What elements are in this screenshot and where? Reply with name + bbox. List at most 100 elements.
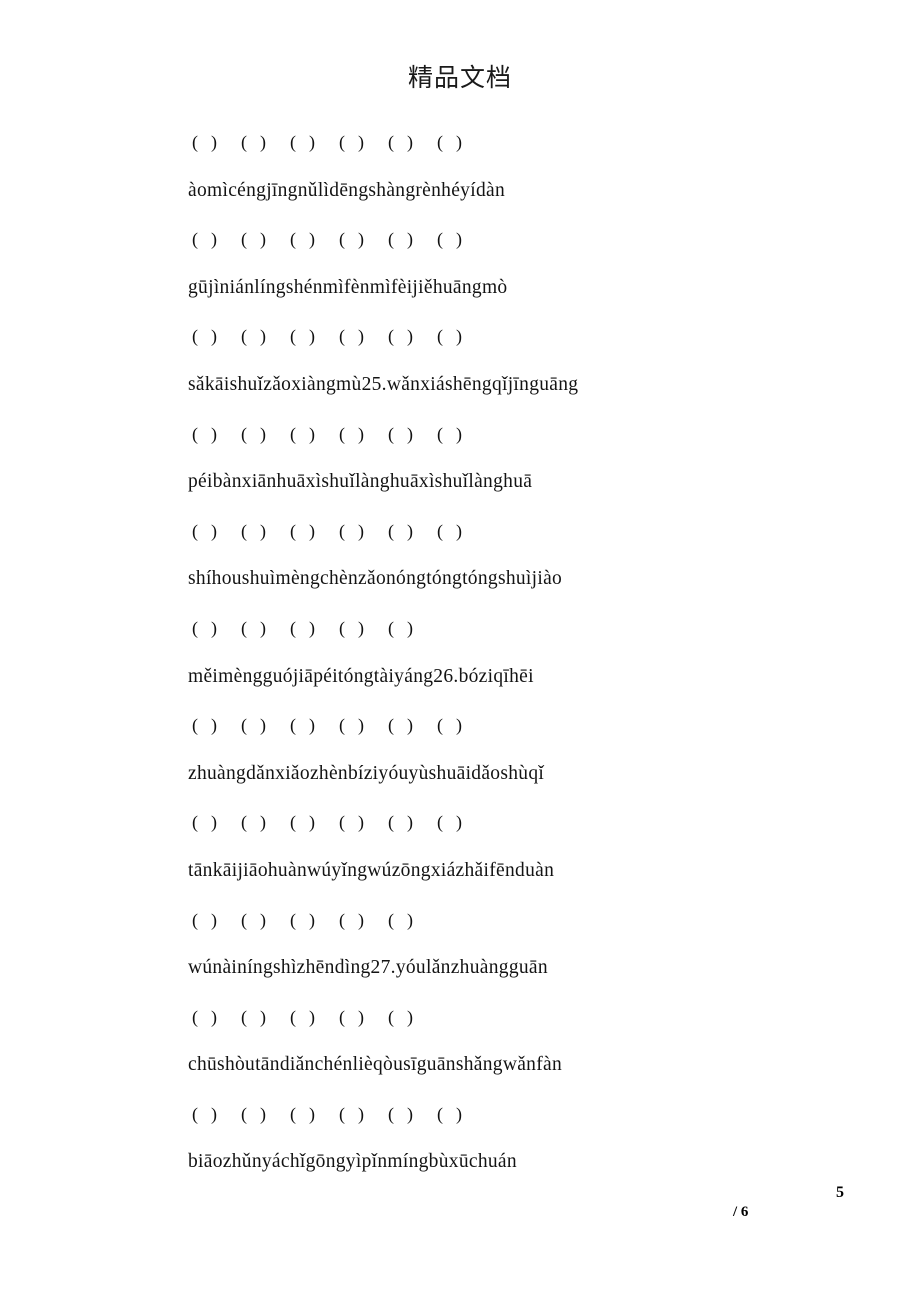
answer-blank[interactable]: () <box>437 118 486 167</box>
answer-blank[interactable]: () <box>241 798 290 847</box>
paren-left: ( <box>290 423 296 444</box>
paren-right: ) <box>456 229 462 250</box>
answer-blank[interactable]: () <box>388 507 437 556</box>
answer-blank[interactable]: () <box>192 312 241 361</box>
paren-left: ( <box>241 812 247 833</box>
paren-right: ) <box>211 812 217 833</box>
answer-blank[interactable]: () <box>388 118 437 167</box>
answer-blank[interactable]: () <box>388 410 437 459</box>
paren-right: ) <box>456 812 462 833</box>
answer-blank-row: ()()()()()() <box>188 1090 848 1139</box>
answer-blank[interactable]: () <box>192 604 241 653</box>
answer-blank[interactable]: () <box>437 312 486 361</box>
answer-blank[interactable]: () <box>388 312 437 361</box>
paren-left: ( <box>339 1006 345 1027</box>
paren-left: ( <box>241 229 247 250</box>
answer-blank[interactable]: () <box>241 604 290 653</box>
answer-blank[interactable]: () <box>241 312 290 361</box>
document-page: 精品文档 ()()()()()() àomìcéngjīngnǔlìdēngshà… <box>0 0 920 1302</box>
answer-blank[interactable]: () <box>388 798 437 847</box>
paren-right: ) <box>309 132 315 152</box>
answer-blank[interactable]: () <box>290 215 339 264</box>
paren-right: ) <box>260 132 266 152</box>
answer-blank[interactable]: () <box>241 896 290 945</box>
answer-blank[interactable]: () <box>290 410 339 459</box>
paren-right: ) <box>407 229 413 250</box>
answer-blank[interactable]: () <box>192 410 241 459</box>
answer-blank[interactable]: () <box>290 118 339 167</box>
answer-blank[interactable]: () <box>339 993 388 1042</box>
pinyin-line: tānkāijiāohuànwúyǐngwúzōngxiázhǎifēnduàn <box>188 859 555 881</box>
answer-blank[interactable]: () <box>290 993 339 1042</box>
answer-blank[interactable]: () <box>290 701 339 750</box>
answer-blank[interactable]: () <box>437 410 486 459</box>
answer-blank-row: ()()()()()() <box>188 798 848 847</box>
answer-blank[interactable]: () <box>437 701 486 750</box>
answer-blank[interactable]: () <box>192 798 241 847</box>
answer-blank[interactable]: () <box>339 507 388 556</box>
paren-right: ) <box>260 229 266 250</box>
paren-left: ( <box>290 1103 296 1124</box>
answer-blank[interactable]: () <box>388 896 437 945</box>
paren-right: ) <box>309 520 315 541</box>
answer-blank[interactable]: () <box>388 701 437 750</box>
answer-blank[interactable]: () <box>241 993 290 1042</box>
answer-blank[interactable]: () <box>290 312 339 361</box>
paren-right: ) <box>407 326 413 347</box>
paren-right: ) <box>260 909 266 930</box>
answer-blank[interactable]: () <box>388 1090 437 1139</box>
answer-blank[interactable]: () <box>192 701 241 750</box>
answer-blank[interactable]: () <box>339 1090 388 1139</box>
paren-right: ) <box>456 1103 462 1124</box>
answer-blank[interactable]: () <box>192 507 241 556</box>
answer-blank[interactable]: () <box>339 215 388 264</box>
paren-right: ) <box>211 326 217 347</box>
answer-blank[interactable]: () <box>290 507 339 556</box>
answer-blank[interactable]: () <box>437 798 486 847</box>
answer-blank[interactable]: () <box>192 118 241 167</box>
paren-right: ) <box>456 423 462 444</box>
answer-blank[interactable]: () <box>241 701 290 750</box>
answer-blank[interactable]: () <box>339 410 388 459</box>
pinyin-line: àomìcéngjīngnǔlìdēngshàngrènhéyídàn <box>188 179 505 201</box>
paren-right: ) <box>260 1006 266 1027</box>
paren-left: ( <box>241 132 247 152</box>
answer-blank-row: ()()()()()() <box>188 410 848 459</box>
answer-blank[interactable]: () <box>290 604 339 653</box>
answer-blank[interactable]: () <box>192 215 241 264</box>
answer-blank[interactable]: () <box>241 507 290 556</box>
paren-right: ) <box>407 520 413 541</box>
pinyin-line: sǎkāishuǐzǎoxiàngmù25.wǎnxiáshēngqǐjīngu… <box>188 373 579 395</box>
answer-blank[interactable]: () <box>437 507 486 556</box>
answer-blank[interactable]: () <box>192 896 241 945</box>
answer-blank[interactable]: () <box>192 993 241 1042</box>
paren-right: ) <box>309 909 315 930</box>
answer-blank[interactable]: () <box>437 1090 486 1139</box>
answer-blank[interactable]: () <box>241 118 290 167</box>
paren-left: ( <box>388 715 394 736</box>
answer-blank[interactable]: () <box>290 1090 339 1139</box>
answer-blank[interactable]: () <box>339 118 388 167</box>
answer-blank[interactable]: () <box>388 993 437 1042</box>
paren-left: ( <box>290 132 296 152</box>
answer-blank[interactable]: () <box>339 312 388 361</box>
paren-right: ) <box>211 423 217 444</box>
paren-right: ) <box>211 520 217 541</box>
answer-blank[interactable]: () <box>290 798 339 847</box>
answer-blank[interactable]: () <box>339 701 388 750</box>
paren-right: ) <box>407 1103 413 1124</box>
paren-left: ( <box>388 1006 394 1027</box>
answer-blank[interactable]: () <box>437 215 486 264</box>
answer-blank[interactable]: () <box>241 410 290 459</box>
paren-left: ( <box>388 520 394 541</box>
answer-blank[interactable]: () <box>339 604 388 653</box>
answer-blank[interactable]: () <box>388 215 437 264</box>
answer-blank[interactable]: () <box>241 215 290 264</box>
answer-blank[interactable]: () <box>290 896 339 945</box>
paren-right: ) <box>260 812 266 833</box>
answer-blank[interactable]: () <box>388 604 437 653</box>
answer-blank[interactable]: () <box>339 896 388 945</box>
answer-blank[interactable]: () <box>192 1090 241 1139</box>
answer-blank[interactable]: () <box>241 1090 290 1139</box>
answer-blank[interactable]: () <box>339 798 388 847</box>
